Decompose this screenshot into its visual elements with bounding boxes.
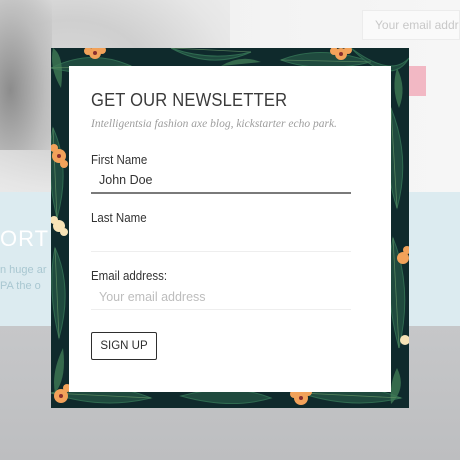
background-email-input: Your email address: [362, 10, 460, 40]
first-name-label: First Name: [91, 153, 148, 167]
newsletter-form: GET OUR NEWSLETTER Intelligentsia fashio…: [69, 66, 391, 392]
newsletter-title: GET OUR NEWSLETTER: [91, 90, 288, 110]
first-name-input[interactable]: [91, 168, 351, 194]
newsletter-subtitle: Intelligentsia fashion axe blog, kicksta…: [91, 118, 337, 130]
email-input[interactable]: [91, 284, 351, 310]
last-name-input[interactable]: [91, 226, 351, 252]
background-section-heading: ORT: [0, 226, 50, 251]
background-text-line: n huge ar: [0, 264, 47, 276]
last-name-label: Last Name: [91, 211, 147, 225]
email-label: Email address:: [91, 269, 168, 283]
background-text-line: PA the o: [0, 280, 41, 292]
sign-up-button[interactable]: SIGN UP: [91, 332, 157, 360]
background-photo-shadow: [0, 0, 52, 150]
background-subscribe-button: [408, 66, 426, 96]
